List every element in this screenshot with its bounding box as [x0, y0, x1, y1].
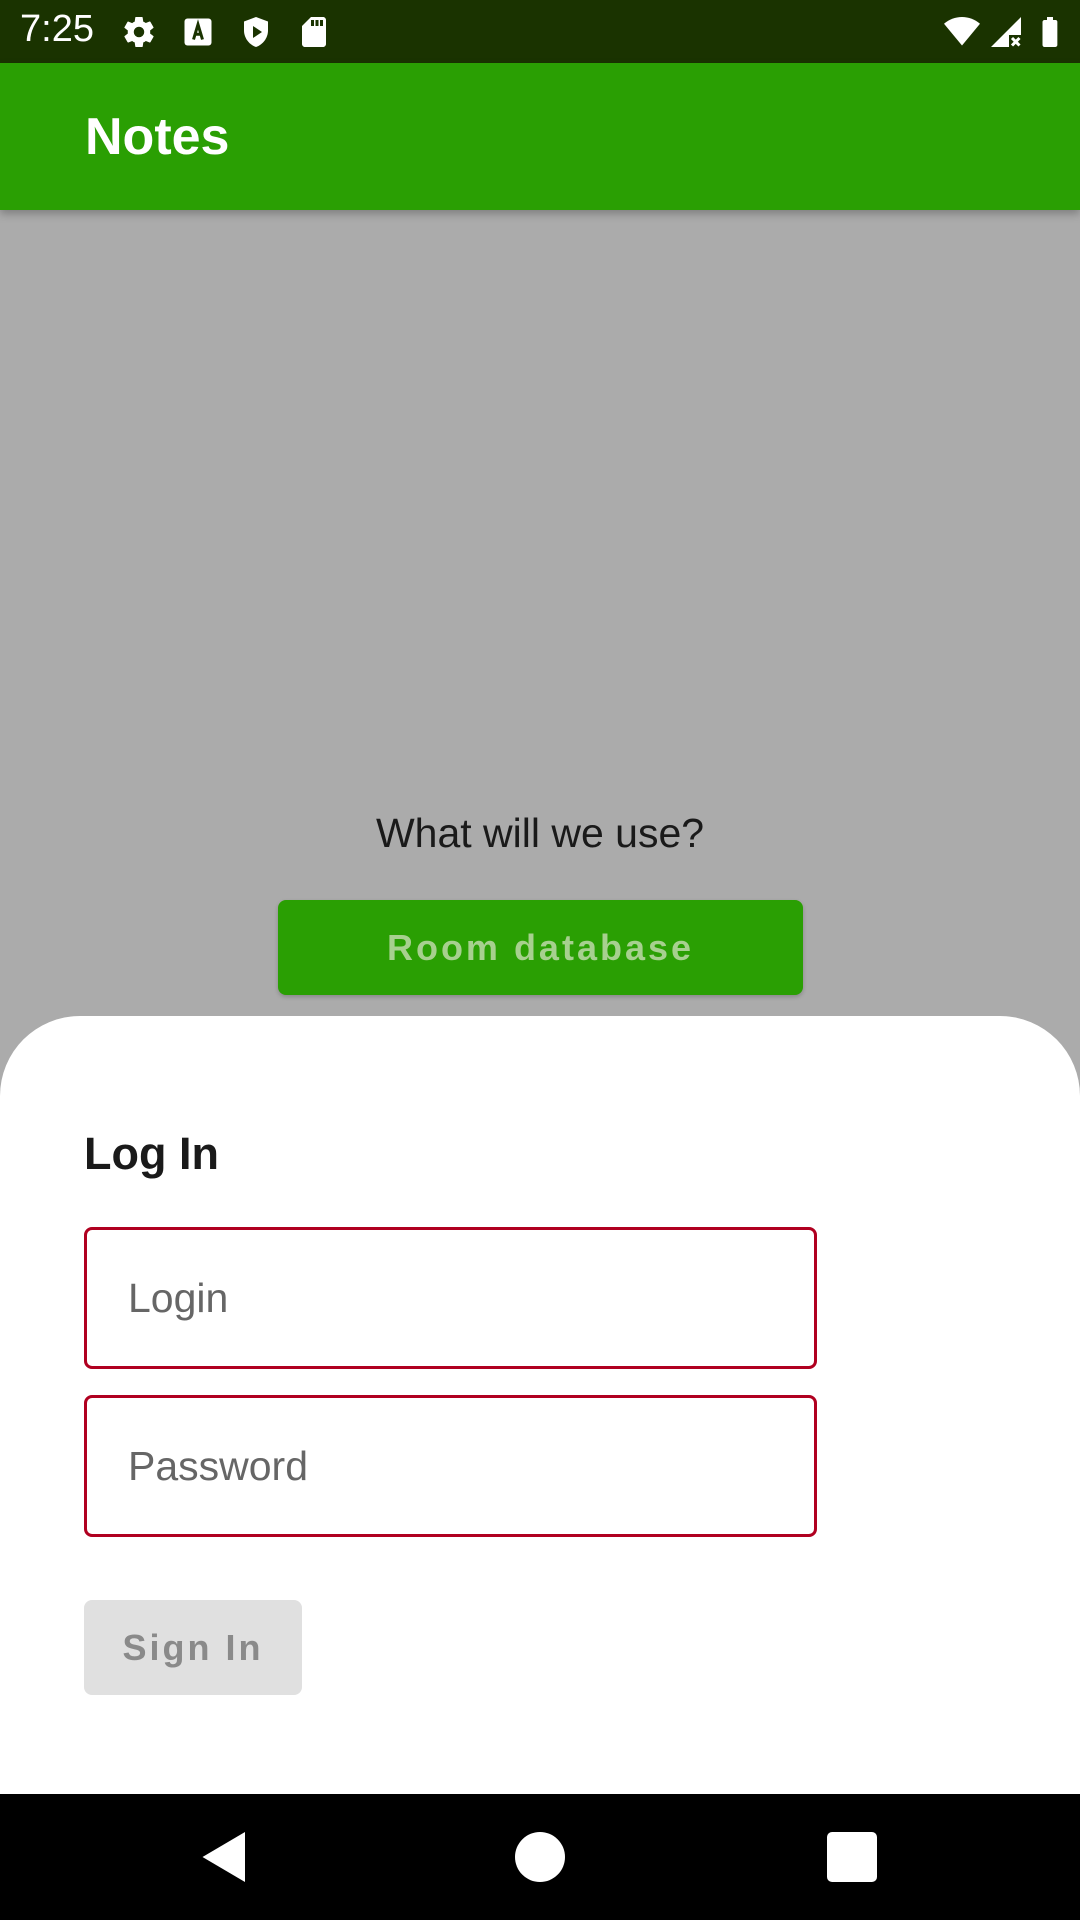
wifi-icon — [944, 17, 980, 46]
question-label: What will we use? — [375, 810, 705, 856]
status-time: 7:25 — [20, 8, 94, 50]
signal-off-icon — [991, 17, 1021, 47]
recents-icon[interactable] — [822, 1827, 882, 1887]
shield-play-icon — [244, 17, 268, 47]
app-bar: Notes — [0, 63, 1080, 210]
password-field — [84, 1395, 817, 1537]
app-title: Notes — [85, 108, 230, 166]
back-icon[interactable] — [195, 1827, 255, 1887]
sheet-title: Log In — [84, 1128, 219, 1179]
login-input[interactable] — [87, 1230, 814, 1366]
font-a-icon — [184, 18, 212, 46]
login-bottom-sheet: Log In Sign In — [0, 1016, 1080, 1794]
status-bar: 7:25 — [0, 0, 1080, 63]
battery-icon — [1042, 17, 1058, 47]
home-icon[interactable] — [510, 1827, 570, 1887]
password-input[interactable] — [87, 1398, 814, 1534]
login-field — [84, 1227, 817, 1369]
nav-bar — [0, 1794, 1080, 1920]
sd-card-icon — [302, 17, 326, 47]
gear-icon — [124, 17, 154, 48]
room-database-button[interactable]: Room database — [278, 900, 803, 995]
sign-in-button[interactable]: Sign In — [84, 1600, 302, 1695]
